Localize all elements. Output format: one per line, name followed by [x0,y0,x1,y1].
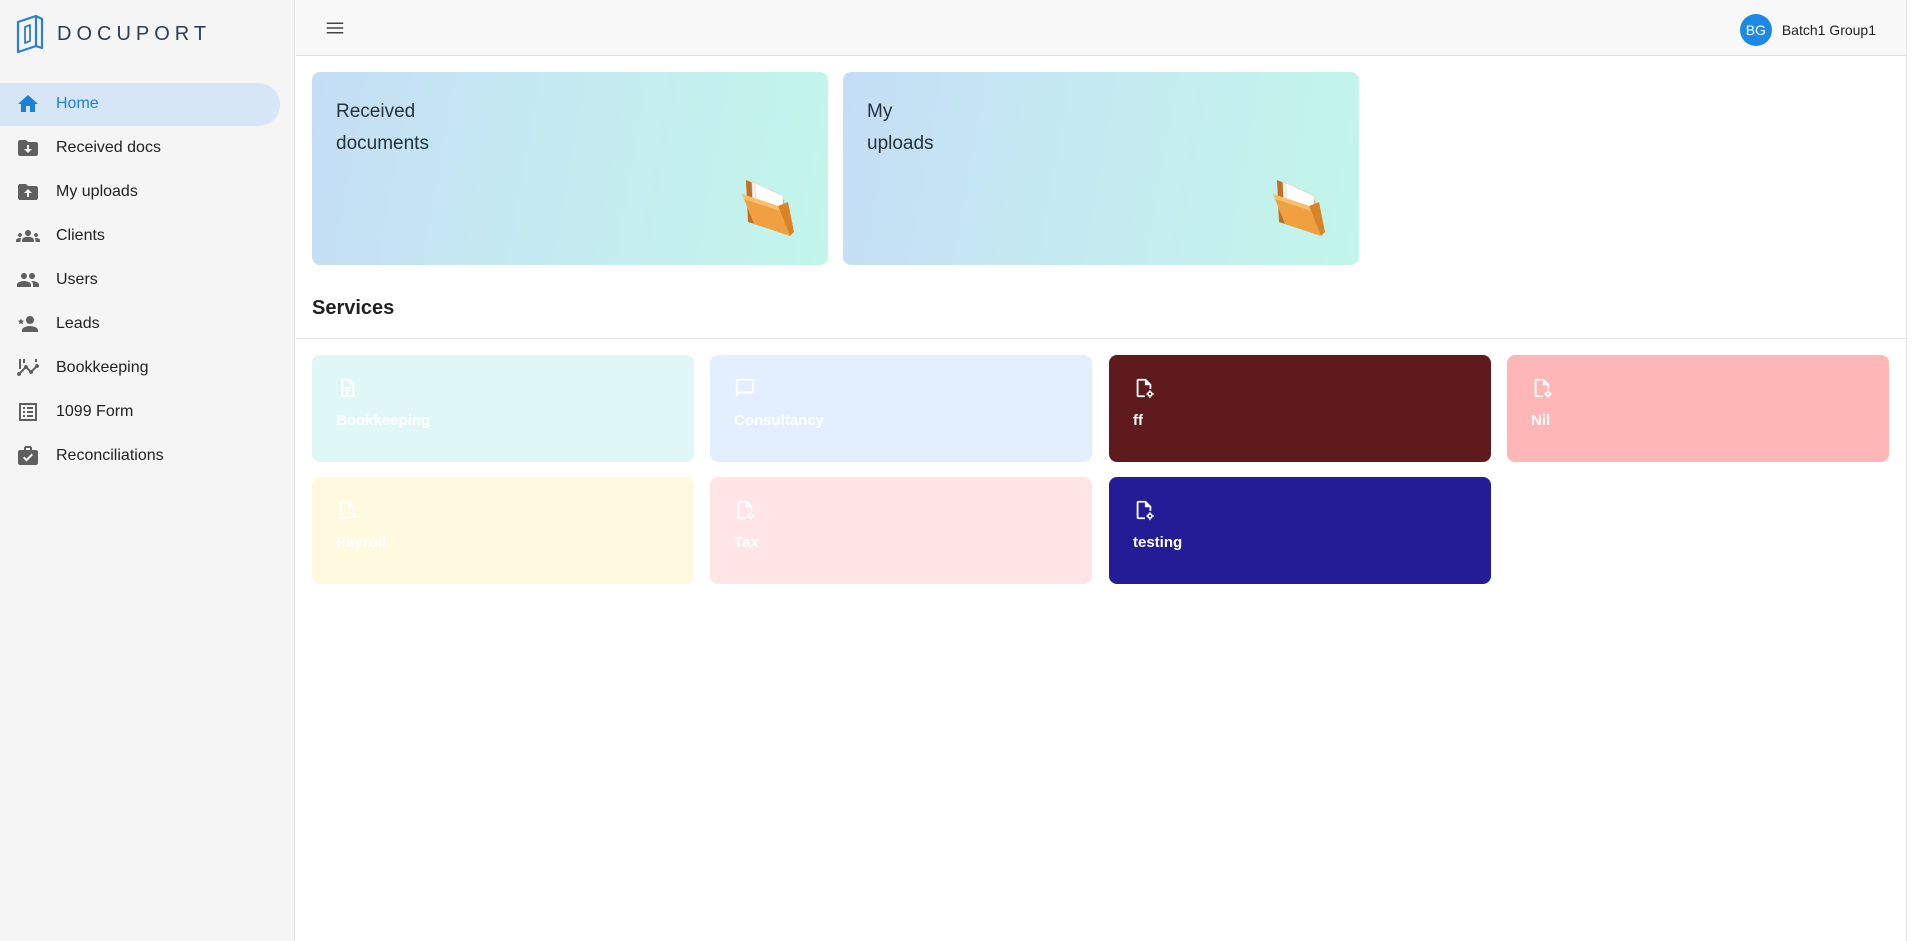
folder-download-icon [16,136,40,160]
form-list-icon [16,400,40,424]
sidebar-item-label: Users [56,271,98,288]
sidebar-item-label: My uploads [56,183,138,200]
document-icon [336,377,358,399]
sidebar: DOCUPORT Home Received docs My uploads C… [0,0,295,941]
divider [296,338,1906,339]
service-card-ff[interactable]: ff [1109,355,1491,462]
service-card-bookkeeping[interactable]: Bookkeeping [312,355,694,462]
docuport-logo[interactable]: DOCUPORT [14,15,211,53]
sidebar-item-home[interactable]: Home [0,82,295,126]
file-gear-icon [1133,499,1155,521]
sidebar-item-label: 1099 Form [56,403,134,420]
sidebar-item-bookkeeping[interactable]: Bookkeeping [0,346,295,390]
logo-text: DOCUPORT [57,22,212,45]
card-title-line: uploads [867,133,934,154]
chart-icon [16,356,40,380]
sidebar-item-1099-form[interactable]: 1099 Form [0,390,295,434]
service-label: Consultancy [734,412,825,429]
my-uploads-card[interactable]: My uploads [843,72,1359,265]
sidebar-item-clients[interactable]: Clients [0,214,295,258]
scrollbar-track[interactable] [1906,0,1920,941]
sidebar-item-label: Leads [56,315,100,332]
top-bar: BG Batch1 Group1 [296,0,1906,56]
sidebar-item-reconciliations[interactable]: Reconciliations [0,434,295,478]
sidebar-item-label: Bookkeeping [56,359,149,376]
sidebar-nav: Home Received docs My uploads Clients Us… [0,82,295,478]
service-card-tax[interactable]: Tax [710,477,1092,584]
sidebar-item-received-docs[interactable]: Received docs [0,126,295,170]
card-title-line: documents [336,133,429,154]
service-label: Payroll [336,534,387,551]
services-title: Services [312,297,395,319]
card-title: My uploads [867,96,1007,160]
received-documents-card[interactable]: Received documents [312,72,828,265]
people-icon [16,268,40,292]
person-star-icon [16,312,40,336]
avatar: BG [1739,14,1772,46]
file-gear-icon [1133,377,1155,399]
sidebar-item-users[interactable]: Users [0,258,295,302]
service-label: Nil [1531,412,1551,429]
file-gear-icon [734,499,756,521]
sidebar-item-label: Reconciliations [56,447,164,464]
service-card-testing[interactable]: testing [1109,477,1491,584]
sidebar-item-label: Home [56,95,99,112]
user-name: Batch1 Group1 [1781,22,1876,38]
service-card-nil[interactable]: Nil [1507,355,1889,462]
card-title-line: Received [336,101,416,122]
group-icon [16,224,40,248]
file-pay-icon [336,499,358,521]
user-menu[interactable]: BG Batch1 Group1 [1739,14,1876,46]
menu-icon[interactable] [324,17,346,39]
chat-icon [734,377,756,399]
sidebar-item-leads[interactable]: Leads [0,302,295,346]
sidebar-item-my-uploads[interactable]: My uploads [0,170,295,214]
service-label: ff [1133,412,1143,429]
service-label: testing [1133,534,1183,551]
folder-upload-icon [16,180,40,204]
briefcase-check-icon [16,444,40,468]
folder-icon [742,180,794,236]
service-card-payroll[interactable]: Payroll [312,477,694,584]
service-label: Bookkeeping [336,412,431,429]
home-icon [16,92,40,116]
sidebar-item-label: Clients [56,227,105,244]
card-title-line: My [867,101,893,122]
docuport-logo-icon [16,15,44,53]
sidebar-item-label: Received docs [56,139,161,156]
service-card-consultancy[interactable]: Consultancy [710,355,1092,462]
service-label: Tax [734,534,759,551]
file-gear-icon [1531,377,1553,399]
folder-icon [1273,180,1325,236]
card-title: Received documents [336,96,476,160]
